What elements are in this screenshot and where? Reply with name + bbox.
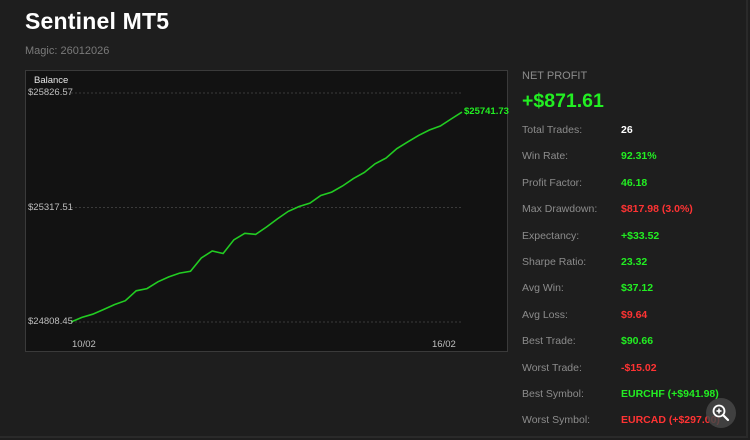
stat-row: Profit Factor: 46.18 <box>522 177 750 191</box>
magic-number: Magic: 26012026 <box>25 45 110 57</box>
zoom-button[interactable] <box>706 398 736 428</box>
y-tick-label: $25826.57 <box>28 87 73 98</box>
stat-label: Best Trade: <box>522 335 576 348</box>
stat-value: $90.66 <box>621 335 654 348</box>
stat-label: Total Trades: <box>522 124 583 136</box>
stat-label: Avg Win: <box>522 282 564 295</box>
stat-label: Sharpe Ratio: <box>522 256 587 268</box>
stat-row: Worst Trade: -$15.02 <box>522 362 750 376</box>
window-frame: Sentinel MT5 Magic: 26012026 Balance $25… <box>0 0 748 438</box>
zoom-in-icon <box>712 404 730 422</box>
net-profit-value: +$871.61 <box>522 90 604 112</box>
stat-label: Worst Trade: <box>522 361 582 374</box>
stat-row: Avg Win: $37.12 <box>522 282 750 296</box>
y-tick-label: $24808.45 <box>28 316 73 327</box>
stat-label: Max Drawdown: <box>522 203 598 216</box>
balance-chart: Balance $25826.57 $25317.51 $24808.45 10/02… <box>25 70 509 352</box>
stat-label: Best Symbol: <box>522 388 584 400</box>
stat-value: +$33.52 <box>621 229 660 242</box>
stat-row: Avg Loss: $9.64 <box>522 309 750 323</box>
stat-value: $37.12 <box>621 282 654 295</box>
last-value-label: $25741.73 <box>464 106 509 118</box>
stat-value: EURCAD (+$297.00) <box>621 414 720 427</box>
stat-row: Best Trade: $90.66 <box>522 335 750 349</box>
stat-row: Expectancy: +$33.52 <box>522 230 750 244</box>
stat-label: Profit Factor: <box>522 176 583 189</box>
stat-label: Expectancy: <box>522 229 580 242</box>
stat-value: -$15.02 <box>621 361 657 374</box>
stat-row: Max Drawdown: $817.98 (3.0%) <box>522 203 750 217</box>
stat-row: Win Rate: 92.31% <box>522 150 750 164</box>
stat-label: Worst Symbol: <box>522 414 591 427</box>
stat-value: $817.98 (3.0%) <box>621 203 693 216</box>
x-tick-label: 10/02 <box>72 339 96 350</box>
page-title: Sentinel MT5 <box>25 8 170 34</box>
stat-label: Win Rate: <box>522 150 569 163</box>
net-profit-label: NET PROFIT <box>522 70 588 82</box>
x-tick-label: 16/02 <box>432 339 456 350</box>
stat-value: 26 <box>621 124 633 136</box>
chart-title: Balance <box>34 75 69 86</box>
balance-line <box>70 111 463 323</box>
stat-row: Total Trades: 26 <box>522 124 750 138</box>
y-tick-label: $25317.51 <box>28 201 73 213</box>
stat-value: 23.32 <box>621 256 648 268</box>
stat-row: Sharpe Ratio: 23.32 <box>522 256 750 270</box>
stat-value: 46.18 <box>621 176 648 189</box>
stat-label: Avg Loss: <box>522 308 568 321</box>
stat-value: 92.31% <box>621 150 657 163</box>
balance-chart-svg <box>70 92 463 323</box>
stat-value: EURCHF (+$941.98) <box>621 388 719 400</box>
stat-value: $9.64 <box>621 308 648 321</box>
